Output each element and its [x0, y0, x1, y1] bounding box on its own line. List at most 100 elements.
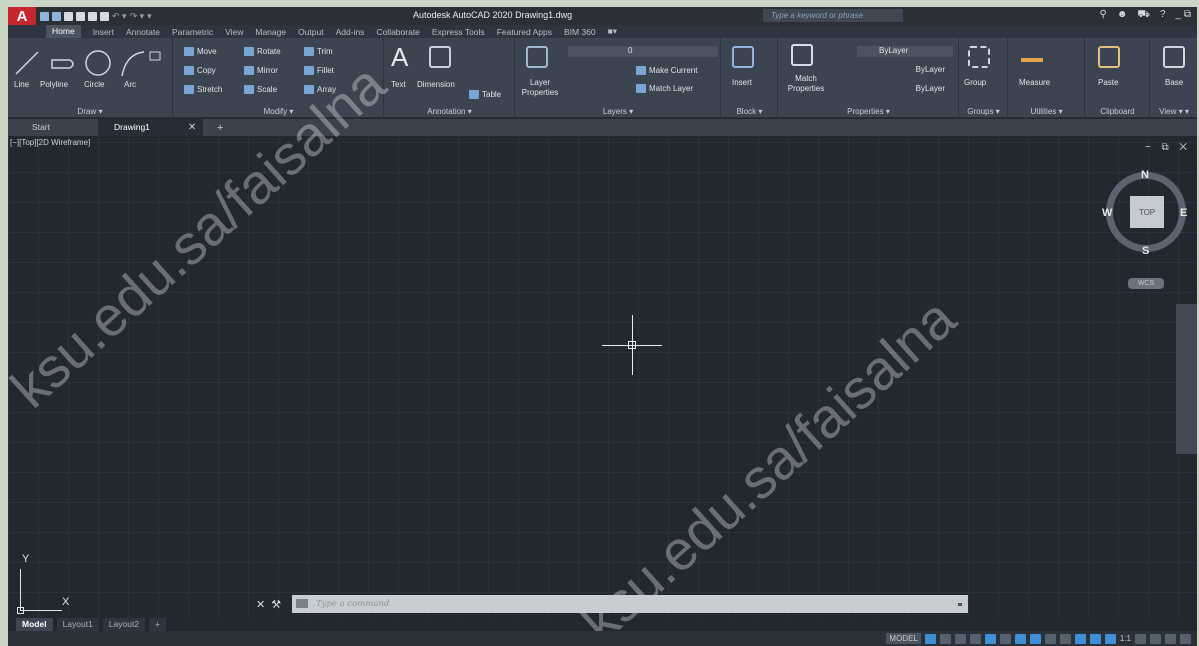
rotate-button[interactable]: Rotate	[244, 47, 281, 57]
tab-parametric[interactable]: Parametric	[172, 27, 213, 37]
linetype-dropdown[interactable]: ByLayer	[857, 65, 953, 76]
tab-layout2[interactable]: Layout2	[102, 618, 146, 631]
array-button[interactable]: Array	[304, 85, 336, 95]
group-button[interactable]: Group	[964, 78, 986, 87]
save-icon[interactable]	[64, 11, 73, 21]
snap-icon[interactable]	[939, 633, 951, 644]
compass-west[interactable]: W	[1102, 207, 1112, 219]
layers-panel-title[interactable]: Layers ▾	[516, 107, 720, 116]
measure-button[interactable]: Measure	[1019, 78, 1050, 87]
undo-icon[interactable]: ↶ ▾	[112, 11, 127, 22]
paste-button[interactable]: Paste	[1098, 78, 1118, 87]
insert-button[interactable]: Insert	[732, 78, 752, 87]
viewport-window-controls[interactable]: − ⧉ ✕	[1145, 142, 1191, 153]
match-properties-button[interactable]: Match Properties	[785, 74, 827, 94]
table-button[interactable]: Table	[469, 90, 501, 100]
trim-button[interactable]: Trim	[304, 47, 333, 57]
view-panel-title[interactable]: View ▾ ▾	[1151, 107, 1197, 116]
object-snap-tracking-icon[interactable]	[1029, 633, 1041, 644]
compass-east[interactable]: E	[1180, 207, 1187, 219]
infer-constraints-icon[interactable]	[954, 633, 966, 644]
new-icon[interactable]	[40, 11, 49, 21]
polyline-button[interactable]: Polyline	[40, 80, 68, 89]
help-icon[interactable]: ?	[1160, 9, 1166, 22]
annotation-scale[interactable]: 1:1	[1120, 634, 1131, 643]
transparency-icon[interactable]	[1074, 633, 1086, 644]
grid-icon[interactable]	[924, 633, 936, 644]
viewport-controls-label[interactable]: [−][Top][2D Wireframe]	[10, 138, 90, 147]
web-mobile-icon[interactable]	[88, 11, 97, 21]
make-current-button[interactable]: Make Current	[636, 66, 697, 76]
color-dropdown[interactable]: ByLayer	[857, 46, 953, 57]
lineweight-icon[interactable]	[1059, 633, 1071, 644]
dynamic-input-icon[interactable]	[969, 633, 981, 644]
block-panel-title[interactable]: Block ▾	[722, 107, 777, 116]
customization-icon[interactable]	[1180, 633, 1191, 644]
circle-button[interactable]: Circle	[84, 80, 104, 89]
tab-drawing1[interactable]: Drawing1 ✕	[98, 119, 203, 136]
tab-featured-apps[interactable]: Featured Apps	[497, 27, 552, 37]
wcs-menu[interactable]: WCS	[1128, 278, 1164, 289]
viewcube-top-face[interactable]: TOP	[1130, 196, 1164, 228]
wrench-icon[interactable]: ⚒	[271, 598, 281, 611]
groups-panel-title[interactable]: Groups ▾	[960, 107, 1007, 116]
copy-button[interactable]: Copy	[184, 66, 216, 76]
layer-properties-button[interactable]: Layer Properties	[520, 78, 560, 98]
app-logo[interactable]: A	[8, 7, 36, 25]
save-as-icon[interactable]	[76, 11, 85, 21]
line-button[interactable]: Line	[14, 80, 29, 89]
search-input[interactable]: Type a keyword or phrase	[763, 9, 903, 22]
ortho-icon[interactable]	[984, 633, 996, 644]
object-snap-icon[interactable]	[1044, 633, 1056, 644]
draw-panel-title[interactable]: Draw ▾	[8, 107, 172, 116]
drawing-canvas[interactable]: [−][Top][2D Wireframe] − ⧉ ✕ TOP N S E W…	[8, 52, 1197, 646]
tab-express-tools[interactable]: Express Tools	[432, 27, 485, 37]
close-icon[interactable]: ✕	[188, 122, 196, 133]
layer-dropdown[interactable]: 0	[568, 46, 718, 57]
user-icon[interactable]: ☻	[1117, 9, 1128, 22]
new-tab-button[interactable]: +	[217, 122, 223, 134]
isodraft-icon[interactable]	[1014, 633, 1026, 644]
polar-icon[interactable]	[999, 633, 1011, 644]
window-controls[interactable]: _ ⧉	[1176, 9, 1191, 22]
tab-layout1[interactable]: Layout1	[56, 618, 99, 631]
scale-button[interactable]: Scale	[244, 85, 277, 95]
annotation-monitor-icon[interactable]	[1150, 633, 1161, 644]
model-space-button[interactable]: MODEL	[886, 633, 921, 644]
tab-view[interactable]: View	[225, 27, 243, 37]
clipboard-panel-title[interactable]: Clipboard	[1086, 107, 1149, 116]
tab-manage[interactable]: Manage	[255, 27, 286, 37]
auto-scale-icon[interactable]	[1104, 633, 1116, 644]
properties-panel-title[interactable]: Properties ▾	[779, 107, 958, 116]
qat-dropdown-icon[interactable]: ▾	[147, 11, 152, 22]
fillet-button[interactable]: Fillet	[304, 66, 334, 76]
annotation-visibility-icon[interactable]	[1089, 633, 1101, 644]
tab-annotate[interactable]: Annotate	[126, 27, 160, 37]
dimension-button[interactable]: Dimension	[417, 80, 455, 89]
tab-add-ins[interactable]: Add-ins	[336, 27, 365, 37]
tab-home[interactable]: Home	[46, 25, 81, 38]
utilities-panel-title[interactable]: Utilities ▾	[1009, 107, 1084, 116]
open-icon[interactable]	[52, 11, 61, 21]
command-close-icon[interactable]: ✕	[256, 598, 265, 611]
base-button[interactable]: Base	[1165, 78, 1183, 87]
add-layout-button[interactable]: +	[149, 618, 167, 631]
tab-collaborate[interactable]: Collaborate	[376, 27, 419, 37]
command-input[interactable]: Type a command	[292, 595, 968, 613]
lineweight-dropdown[interactable]: ByLayer	[857, 84, 953, 95]
cart-icon[interactable]: ⛟	[1137, 9, 1150, 22]
units-icon[interactable]	[1165, 633, 1176, 644]
print-icon[interactable]	[100, 11, 109, 21]
video-icon[interactable]: ■▾	[608, 26, 617, 37]
stretch-button[interactable]: Stretch	[184, 85, 222, 95]
move-button[interactable]: Move	[184, 47, 217, 57]
match-layer-button[interactable]: Match Layer	[636, 84, 693, 94]
tab-insert[interactable]: Insert	[93, 27, 114, 37]
compass-north[interactable]: N	[1141, 169, 1149, 181]
tab-output[interactable]: Output	[298, 27, 324, 37]
tab-bim360[interactable]: BIM 360	[564, 27, 596, 37]
redo-icon[interactable]: ↷ ▾	[130, 11, 145, 22]
workspace-gear-icon[interactable]	[1135, 633, 1146, 644]
tab-model[interactable]: Model	[16, 618, 53, 631]
annotation-panel-title[interactable]: Annotation ▾	[385, 107, 514, 116]
